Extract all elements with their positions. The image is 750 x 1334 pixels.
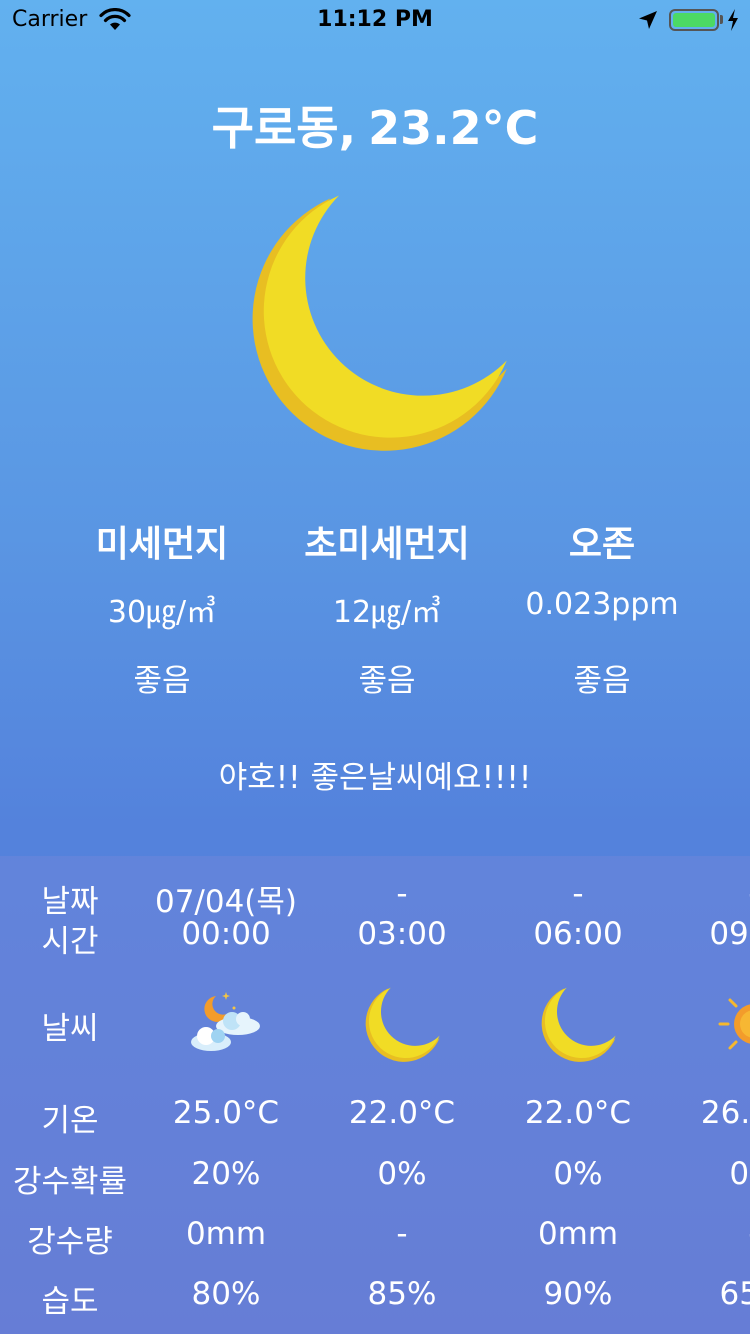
forecast-date: 07/04(목)	[154, 884, 298, 920]
air-quality-pm10: 미세먼지 30㎍/㎥ 좋음	[52, 515, 272, 700]
weather-message: 야호!! 좋은날씨예요!!!!	[218, 760, 532, 796]
forecast-temp: 22.0°C	[524, 1095, 632, 1131]
forecast-humidity: 85%	[367, 1276, 437, 1312]
forecast-precip-amount: -	[664, 1216, 750, 1252]
air-quality-ozone: 오존 0.023ppm 좋음	[492, 515, 712, 700]
air-quality-name: 오존	[568, 524, 636, 565]
row-label-time: 시간	[41, 924, 99, 960]
forecast-table[interactable]: 날짜 시간 날씨 기온 강수확률 강수량 습도 07/04(목) 00:00 2…	[0, 856, 750, 1334]
forecast-precip-prob: 0%	[729, 1156, 750, 1192]
forecast-precip-amount: 0mm	[537, 1216, 619, 1252]
air-quality-name: 미세먼지	[95, 524, 229, 565]
crescent-moon-icon	[541, 987, 616, 1062]
battery-icon	[669, 9, 719, 31]
air-quality-pm25: 초미세먼지 12㎍/㎥ 좋음	[277, 515, 497, 700]
forecast-temp: 22.0°C	[348, 1095, 456, 1131]
row-label-date: 날짜	[41, 884, 99, 920]
page-title: 구로동, 23.2°C	[0, 92, 750, 158]
air-quality-value: 12㎍/㎥	[332, 595, 442, 630]
forecast-precip-prob: 0%	[377, 1156, 427, 1192]
row-label-precip-prob: 강수확률	[12, 1164, 128, 1200]
forecast-precip-prob: 0%	[553, 1156, 603, 1192]
forecast-time: 00:00	[181, 916, 271, 952]
forecast-date: -	[664, 876, 750, 912]
battery-fill	[673, 13, 715, 27]
air-quality-value: 30㎍/㎥	[107, 595, 217, 630]
air-quality-name: 초미세먼지	[304, 524, 470, 565]
row-label-temp: 기온	[41, 1103, 99, 1139]
battery-tip	[720, 15, 723, 24]
forecast-date: -	[572, 876, 584, 912]
air-quality-grade: 좋음	[133, 663, 191, 699]
forecast-time: 06:00	[533, 916, 623, 952]
row-label-humidity: 습도	[41, 1284, 99, 1320]
forecast-time: 03:00	[357, 916, 447, 952]
forecast-precip-amount: 0mm	[185, 1216, 267, 1252]
forecast-temp: 25.0°C	[172, 1095, 280, 1131]
forecast-humidity: 90%	[543, 1276, 613, 1312]
location-name: 구로동,	[211, 101, 357, 155]
current-temperature: 23.2°C	[368, 101, 539, 155]
forecast-date: -	[396, 876, 408, 912]
row-label-weather: 날씨	[41, 1011, 99, 1047]
forecast-temp: 26.0°C	[700, 1095, 750, 1131]
crescent-moon-icon	[365, 987, 440, 1062]
charging-bolt-icon	[728, 9, 738, 31]
air-quality-value: 0.023ppm	[525, 587, 679, 622]
forecast-time: 09:00	[709, 916, 750, 952]
status-bar: Carrier 11:12 PM	[0, 0, 750, 40]
air-quality-grade: 좋음	[358, 663, 416, 699]
sun-icon	[718, 998, 750, 1050]
crescent-moon-icon	[252, 195, 507, 451]
location-arrow-icon	[639, 11, 657, 29]
forecast-humidity: 65%	[719, 1276, 750, 1312]
forecast-precip-amount: -	[396, 1216, 408, 1252]
forecast-humidity: 80%	[191, 1276, 261, 1312]
forecast-precip-prob: 20%	[191, 1156, 261, 1192]
moon-cloud-icon	[191, 992, 260, 1051]
row-label-precip-amount: 강수량	[27, 1224, 113, 1260]
air-quality-grade: 좋음	[573, 663, 631, 699]
